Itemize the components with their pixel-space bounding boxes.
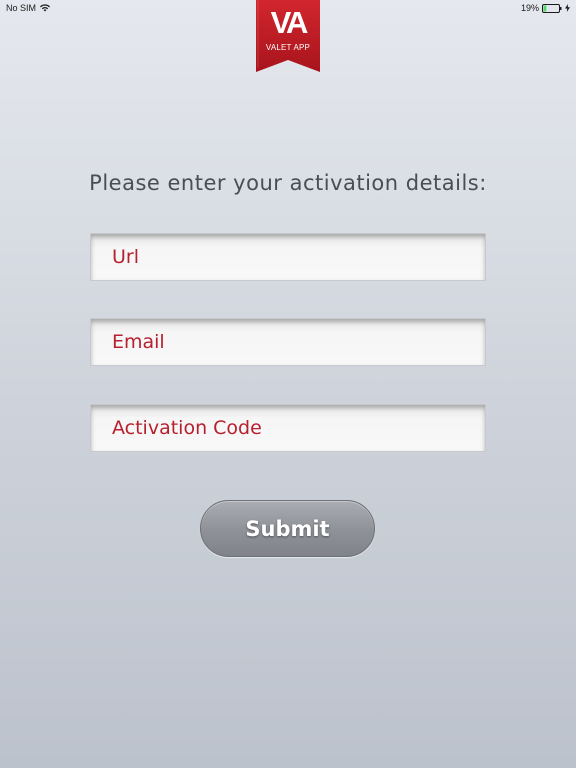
logo-letters: VA bbox=[270, 5, 309, 40]
activation-prompt: Please enter your activation details: bbox=[89, 171, 487, 195]
logo-subtitle: VALET APP bbox=[265, 43, 311, 52]
url-field[interactable] bbox=[90, 233, 486, 281]
battery-percent: 19% bbox=[520, 3, 539, 13]
email-field[interactable] bbox=[90, 318, 486, 366]
activation-code-field[interactable] bbox=[90, 404, 486, 452]
charging-bolt-icon bbox=[565, 4, 570, 12]
status-right: 19% bbox=[521, 3, 570, 13]
submit-button[interactable]: Submit bbox=[200, 500, 375, 557]
email-input[interactable] bbox=[91, 319, 485, 365]
battery-icon bbox=[542, 3, 562, 13]
activation-code-input[interactable] bbox=[91, 405, 485, 451]
url-input[interactable] bbox=[91, 234, 485, 280]
valet-app-logo: VA VALET APP bbox=[256, 0, 320, 72]
